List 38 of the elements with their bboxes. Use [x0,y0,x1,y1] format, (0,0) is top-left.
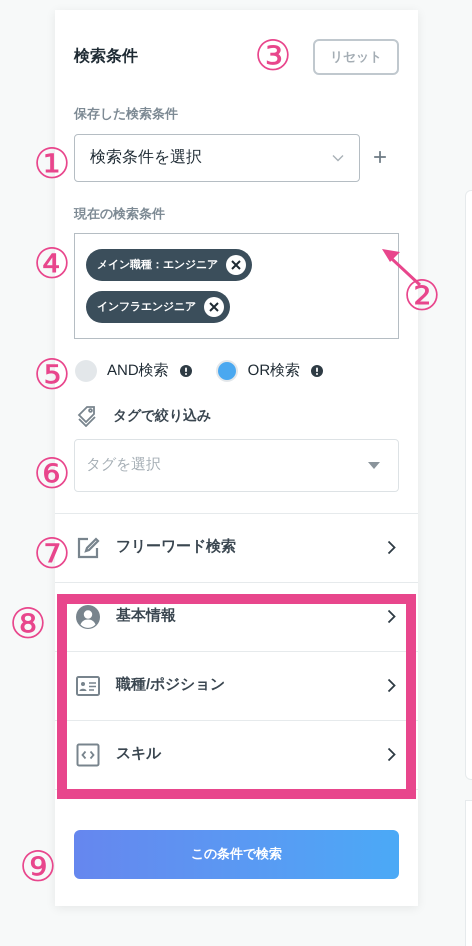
section-row[interactable]: 職種/ポジション [55,652,418,720]
info-icon [311,365,324,378]
annotation-number: ⑤ [32,351,72,399]
current-conditions-label: 現在の検索条件 [74,204,166,222]
user-icon [76,604,100,628]
section-row[interactable]: スキル [55,720,418,790]
panel-title: 検索条件 [74,46,138,67]
edit-icon [76,536,100,560]
annotation-number: ④ [32,240,72,288]
saved-conditions-label: 保存した検索条件 [74,105,179,123]
radio-label: OR検索 [248,361,300,381]
annotation-number: ⑨ [18,843,58,891]
tag-filter-label: タグで絞り込み [113,406,211,425]
annotation-number: ① [32,140,72,188]
remove-icon[interactable] [204,297,224,317]
annotation-number: ⑧ [8,600,48,648]
annotation-number: ③ [253,32,293,80]
remove-icon[interactable] [226,255,246,275]
chevron-right-icon [387,678,396,693]
condition-tag: メイン職種：エンジニア [86,249,252,281]
info-icon [180,365,192,378]
chevron-down-icon [332,154,344,162]
radio-button[interactable] [75,360,97,382]
code-icon [76,742,100,766]
dropdown-caret-icon [368,462,380,468]
add-button[interactable]: + [373,146,388,170]
chevron-right-icon [387,747,396,762]
section-row[interactable]: 基本情報 [55,582,418,652]
chevron-right-icon [387,609,396,624]
radio-label: AND検索 [107,361,169,381]
annotation-number: ② [402,272,442,320]
saved-condition-select[interactable]: 検索条件を選択 [74,134,360,182]
condition-tag: インフラエンジニア [86,291,230,323]
chevron-right-icon [387,540,396,555]
tag-icon [77,404,97,426]
id-card-icon [76,676,100,696]
annotation-number: ⑥ [32,450,72,498]
radio-button[interactable] [216,360,238,382]
